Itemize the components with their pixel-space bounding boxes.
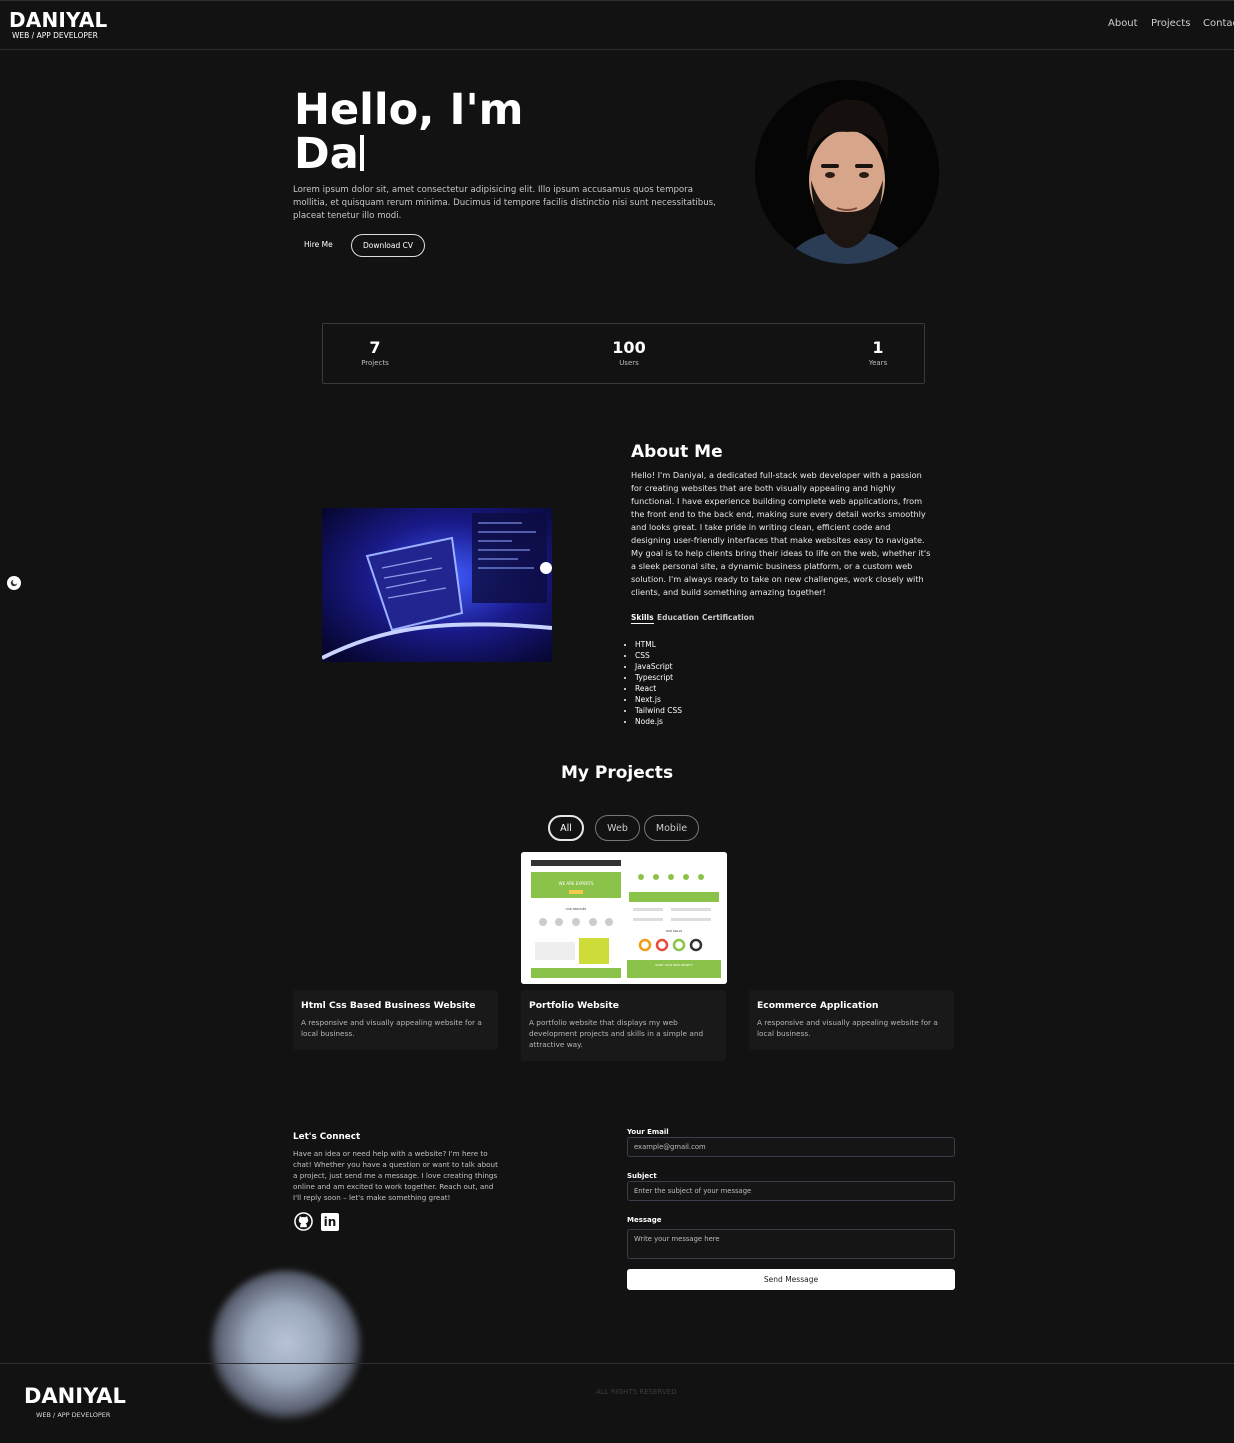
project-card[interactable]: Portfolio Website A portfolio website th…: [521, 990, 726, 1061]
footer-divider: [0, 1363, 1234, 1364]
skill-item: HTML: [635, 639, 682, 650]
project-card-desc: A responsive and visually appealing webs…: [757, 1018, 938, 1038]
logo-name[interactable]: DANIYAL: [9, 8, 107, 32]
stat-years-value: 1: [872, 338, 884, 357]
stat-projects-value: 7: [369, 338, 381, 357]
message-label: Message: [627, 1216, 662, 1224]
stat-users-value: 100: [612, 338, 646, 357]
skill-item: CSS: [635, 650, 682, 661]
skill-item: Node.js: [635, 716, 682, 727]
stat-projects-label: Projects: [361, 359, 389, 367]
linkedin-icon[interactable]: in: [321, 1213, 339, 1231]
project-card-desc: A responsive and visually appealing webs…: [301, 1018, 482, 1038]
project-card-title: Portfolio Website: [529, 1000, 619, 1011]
about-title: About Me: [631, 442, 723, 462]
shot-services-text: OUR SERVICES: [566, 907, 587, 911]
hero-title-line1: Hello, I'm: [294, 85, 524, 135]
projects-title: My Projects: [560, 763, 674, 783]
project-card[interactable]: Html Css Based Business Website A respon…: [293, 990, 498, 1050]
footer-logo-tagline: WEB / APP DEVELOPER: [36, 1411, 111, 1419]
about-image: [322, 508, 552, 662]
skill-item: Typescript: [635, 672, 682, 683]
tab-education[interactable]: Education: [657, 613, 699, 622]
download-cv-button[interactable]: Download CV: [351, 234, 425, 257]
nav-about[interactable]: About: [1108, 18, 1138, 29]
send-message-button[interactable]: Send Message: [627, 1269, 955, 1290]
skill-item: React: [635, 683, 682, 694]
footer-logo-name: DANIYAL: [24, 1384, 126, 1408]
cursor-glow: [210, 1270, 362, 1422]
message-field[interactable]: Write your message here: [627, 1229, 955, 1259]
theme-toggle-icon[interactable]: [7, 576, 21, 590]
hire-me-button[interactable]: Hire Me: [296, 236, 341, 256]
skill-item: Tailwind CSS: [635, 705, 682, 716]
hero-description: Lorem ipsum dolor sit, amet consectetur …: [293, 185, 716, 221]
tab-certification[interactable]: Certification: [702, 613, 754, 622]
filter-all[interactable]: All: [548, 815, 584, 841]
project-card[interactable]: Ecommerce Application A responsive and v…: [749, 990, 954, 1050]
typing-cursor: [359, 135, 364, 171]
subject-label: Subject: [627, 1172, 657, 1180]
profile-avatar: [755, 80, 939, 264]
subject-field[interactable]: Enter the subject of your message: [627, 1181, 955, 1201]
hero-title: Hello, I'm Da: [294, 88, 594, 176]
footer-rights: ALL RIGHTS RESERVED: [596, 1388, 677, 1396]
tab-skills[interactable]: Skills: [631, 613, 654, 624]
logo-tagline: WEB / APP DEVELOPER: [12, 31, 98, 40]
skills-list: HTML CSS JavaScript Typescript React Nex…: [623, 639, 682, 727]
skill-item: Next.js: [635, 694, 682, 705]
project-screenshot[interactable]: WE ARE EXPERTS OUR SERVICES OUR SKILLS S…: [521, 852, 727, 984]
project-card-title: Html Css Based Business Website: [301, 1000, 476, 1011]
github-icon[interactable]: [294, 1212, 313, 1231]
filter-web[interactable]: Web: [595, 815, 640, 841]
email-label: Your Email: [627, 1128, 669, 1136]
skill-item: JavaScript: [635, 661, 682, 672]
shot-banner-text: WE ARE EXPERTS: [559, 881, 594, 886]
stat-years-label: Years: [868, 359, 888, 367]
hero-title-typed: Da: [294, 129, 359, 179]
nav-contact[interactable]: Contac: [1203, 18, 1234, 29]
email-field[interactable]: example@gmail.com: [627, 1137, 955, 1157]
project-card-desc: A portfolio website that displays my web…: [529, 1018, 704, 1049]
shot-skills-text: OUR SKILLS: [666, 929, 683, 933]
connect-text: Have an idea or need help with a website…: [293, 1149, 498, 1202]
site-header: [0, 0, 1234, 50]
about-text: Hello! I'm Daniyal, a dedicated full-sta…: [631, 470, 931, 597]
nav-projects[interactable]: Projects: [1151, 18, 1190, 29]
filter-mobile[interactable]: Mobile: [644, 815, 699, 841]
connect-title: Let's Connect: [293, 1132, 361, 1142]
project-card-title: Ecommerce Application: [757, 1000, 879, 1011]
stat-users-label: Users: [619, 359, 639, 367]
shot-cta-text: START YOUR NEW PROJECT: [655, 963, 693, 967]
